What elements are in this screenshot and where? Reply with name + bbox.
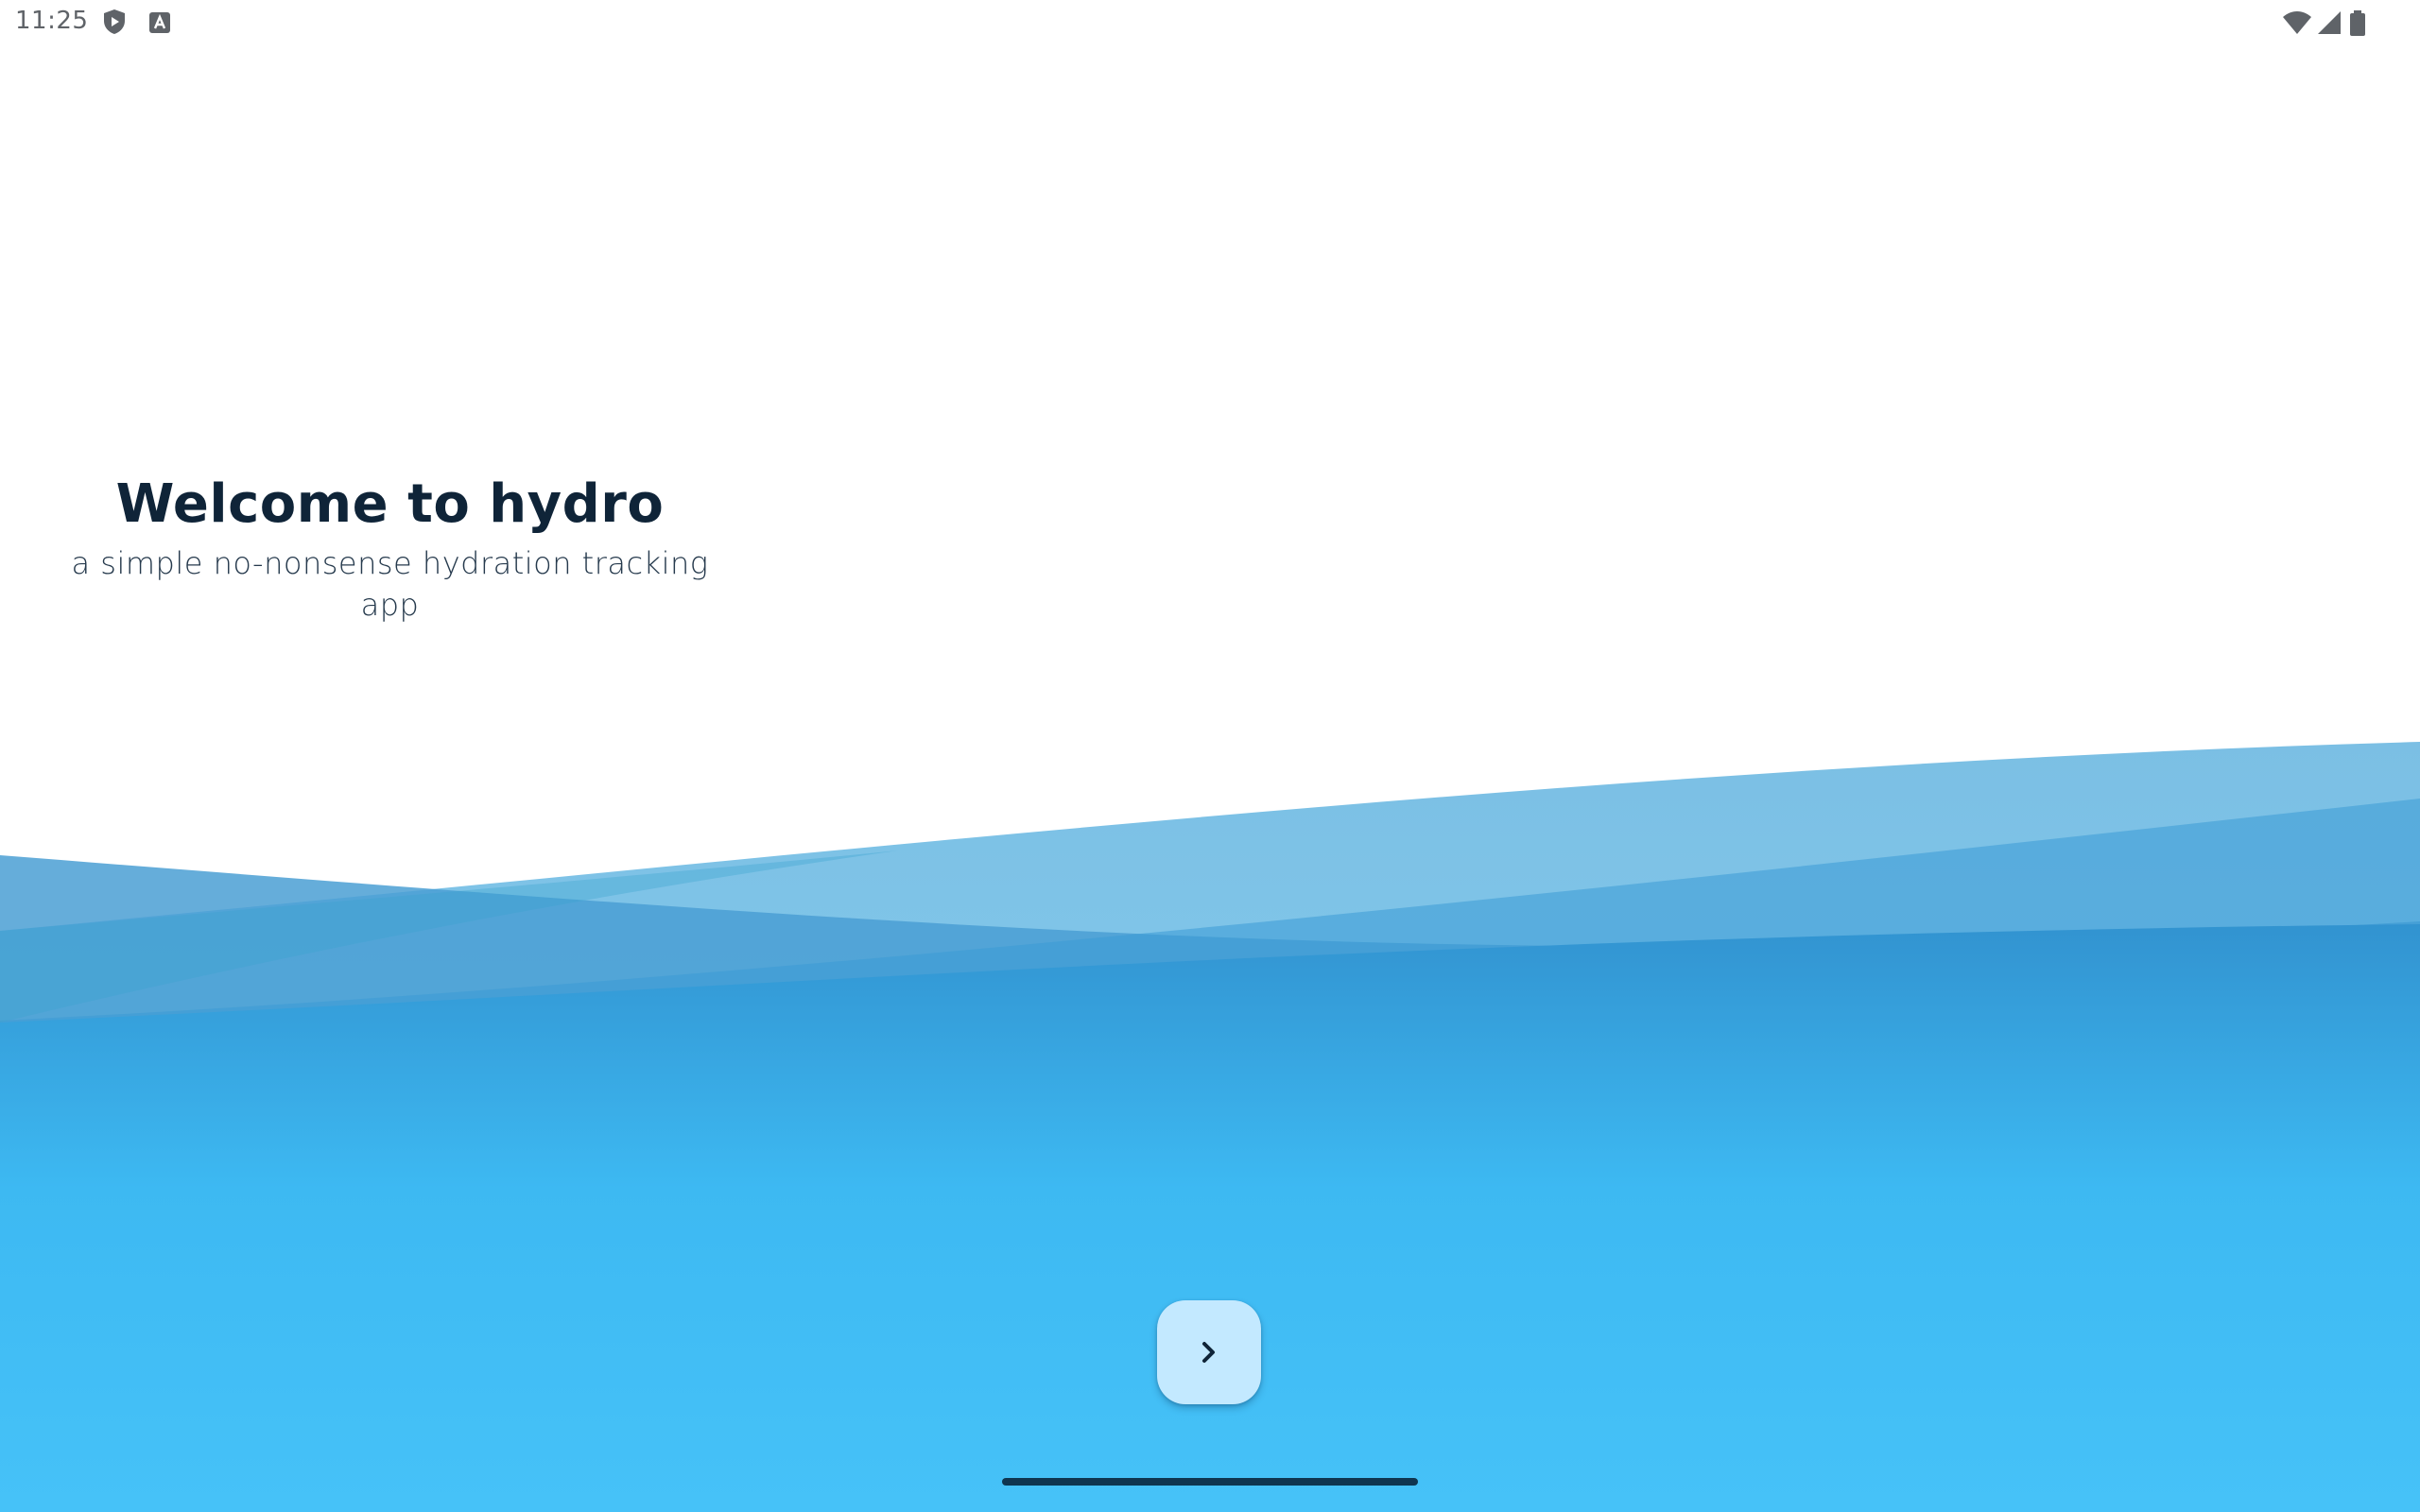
battery-icon (2348, 9, 2367, 38)
status-bar: 11:25 (0, 0, 2420, 45)
chevron-right-icon (1202, 1342, 1215, 1363)
play-protect-icon (100, 8, 129, 36)
water-waves-illustration (0, 742, 2420, 1512)
next-button[interactable] (1157, 1300, 1261, 1404)
welcome-block: Welcome to hydro a simple no-nonsense hy… (38, 467, 742, 626)
wifi-icon (2282, 9, 2312, 36)
gesture-nav-handle[interactable] (1002, 1478, 1418, 1486)
cell-signal-icon (2316, 9, 2342, 36)
welcome-screen: 11:25 Welcome to hydro a simple no-nonse… (0, 0, 2420, 1512)
welcome-title: Welcome to hydro (115, 473, 665, 535)
status-time: 11:25 (15, 7, 89, 35)
welcome-subtitle: a simple no-nonsense hydration tracking … (71, 545, 709, 623)
app-notification-icon (147, 9, 173, 36)
